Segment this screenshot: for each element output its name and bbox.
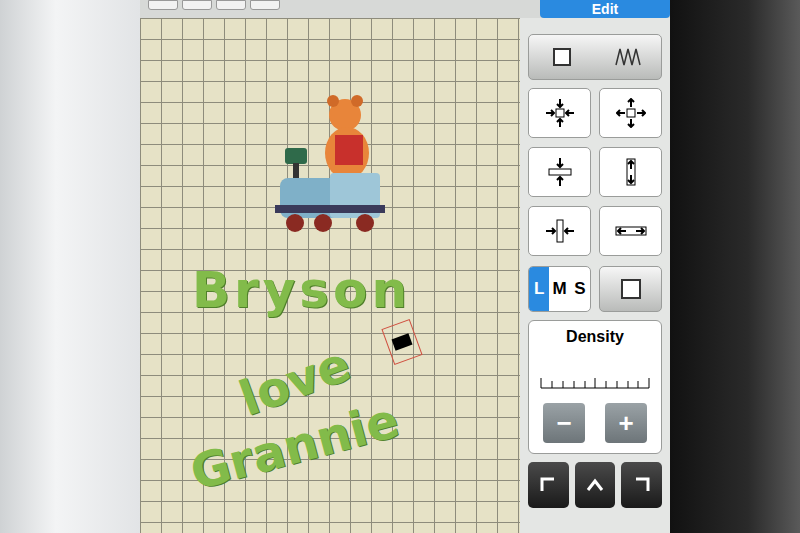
shrink-height-icon (545, 157, 575, 187)
density-plus-button[interactable]: + (605, 403, 647, 443)
top-bar: Edit (140, 0, 670, 18)
size-option[interactable]: L (529, 267, 549, 311)
shrink-height-button[interactable] (528, 147, 591, 197)
shrink-icon (545, 98, 575, 128)
move-up-button[interactable] (575, 462, 616, 508)
edit-button[interactable]: Edit (540, 0, 670, 18)
machine: Edit B (0, 0, 800, 533)
chevron-up-icon (586, 478, 604, 492)
reset-size-button[interactable] (599, 266, 662, 312)
grid-icon[interactable] (250, 0, 280, 10)
enlarge-height-icon (616, 157, 646, 187)
bear-train-picture[interactable] (275, 93, 390, 238)
screen: Edit B (140, 0, 670, 533)
enlarge-button[interactable] (599, 88, 662, 138)
density-scale[interactable] (540, 373, 650, 389)
density-label: Density (566, 327, 624, 347)
shrink-width-icon (545, 216, 575, 246)
density-minus-button[interactable]: − (543, 403, 585, 443)
move-up-left-button[interactable] (528, 462, 569, 508)
size-button[interactable] (528, 34, 662, 80)
selection-box[interactable] (381, 319, 422, 365)
enlarge-icon (616, 98, 646, 128)
right-bezel (670, 0, 800, 533)
left-bezel (0, 0, 140, 533)
corner-up-left-icon (540, 477, 556, 493)
design-canvas[interactable]: Bryson love Grannie (140, 18, 520, 533)
density-panel: Density − + (528, 320, 662, 454)
arrow-buttons (528, 88, 662, 256)
move-up-right-button[interactable] (621, 462, 662, 508)
edit-panel: L M S Density − + (520, 18, 670, 533)
size-selector: L M S (528, 266, 591, 312)
zoom-icon[interactable] (148, 0, 178, 10)
pen-icon[interactable] (182, 0, 212, 10)
corner-up-right-icon (634, 477, 650, 493)
pen-icon[interactable] (216, 0, 246, 10)
size-option[interactable]: S (570, 267, 590, 311)
resize-icon (553, 48, 571, 66)
enlarge-width-icon (614, 216, 648, 246)
enlarge-height-button[interactable] (599, 147, 662, 197)
stitch-icon (615, 48, 641, 66)
cursor-icon (391, 333, 412, 350)
design-text[interactable]: Bryson (192, 260, 411, 320)
square-icon (621, 279, 641, 299)
shrink-button[interactable] (528, 88, 591, 138)
shrink-width-button[interactable] (528, 206, 591, 256)
enlarge-width-button[interactable] (599, 206, 662, 256)
size-option[interactable]: M (549, 267, 569, 311)
